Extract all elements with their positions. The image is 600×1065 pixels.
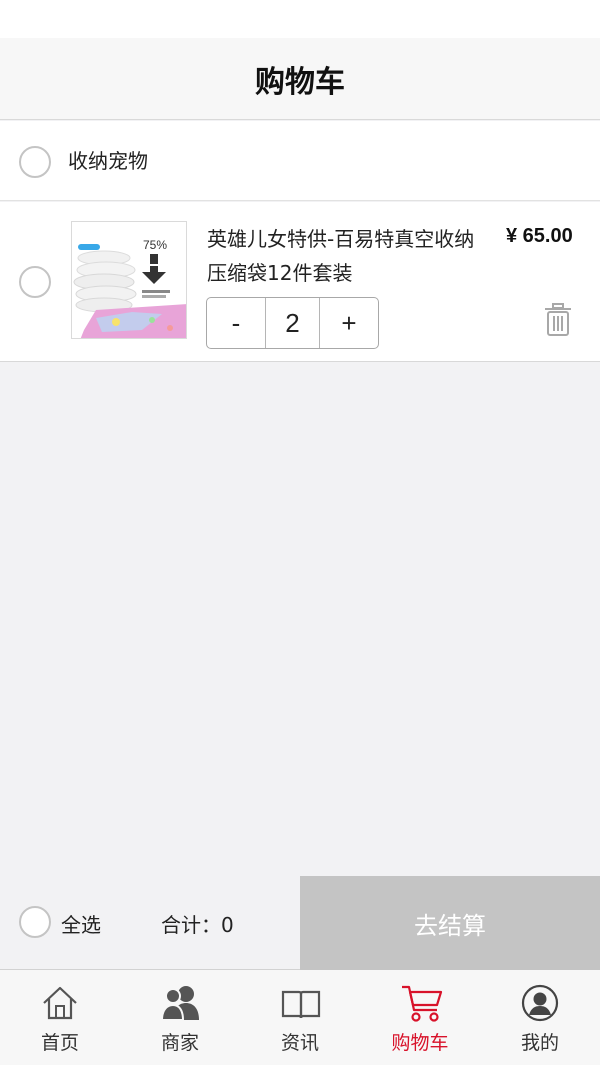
- book-icon: [281, 990, 321, 1019]
- tab-label: 资讯: [280, 1032, 319, 1054]
- trash-icon[interactable]: [543, 303, 573, 337]
- navigation-bar: 购物车: [0, 38, 600, 120]
- tab-merchants[interactable]: 商家: [120, 970, 240, 1065]
- tab-profile[interactable]: 我的: [480, 970, 600, 1065]
- cart-icon: [402, 985, 443, 1022]
- thumb-percent-text: 75%: [143, 238, 167, 252]
- item-select-checkbox[interactable]: [19, 266, 51, 298]
- increment-button[interactable]: +: [320, 298, 378, 348]
- tab-label: 商家: [160, 1032, 199, 1054]
- select-all-label[interactable]: 全选: [61, 909, 101, 938]
- tab-label: 购物车: [391, 1032, 449, 1054]
- product-price: ¥ 65.00: [506, 225, 573, 247]
- select-all-checkbox[interactable]: [19, 906, 51, 938]
- total-amount: 合计：0: [161, 913, 234, 937]
- tab-bar: 首页 商家 资讯 购物车 我的: [0, 970, 600, 1065]
- tab-home[interactable]: 首页: [0, 970, 120, 1065]
- user-icon: [521, 984, 559, 1022]
- merchants-icon: [161, 986, 199, 1021]
- product-title[interactable]: 英雄儿女特供-百易特真空收纳压缩袋12件套装: [207, 222, 492, 290]
- shop-row: 收纳宠物: [0, 121, 600, 201]
- status-bar: [0, 0, 600, 38]
- tab-label: 首页: [40, 1032, 79, 1054]
- checkout-button[interactable]: 去结算: [300, 876, 600, 970]
- cart-item: 75% 英雄儿女特供-百易特真空收纳压缩袋12件套装 ¥ 65.00 - 2 +: [0, 202, 600, 362]
- home-icon: [43, 986, 77, 1020]
- tab-news[interactable]: 资讯: [240, 970, 360, 1065]
- shop-select-checkbox[interactable]: [19, 146, 51, 178]
- tab-cart[interactable]: 购物车: [360, 970, 480, 1065]
- shop-name[interactable]: 收纳宠物: [68, 145, 148, 174]
- tab-label: 我的: [520, 1032, 559, 1054]
- page-title: 购物车: [255, 64, 345, 100]
- product-image[interactable]: 75%: [71, 221, 187, 339]
- checkout-bar: 全选 合计：0 去结算: [0, 876, 600, 970]
- quantity-value[interactable]: 2: [265, 298, 320, 348]
- decrement-button[interactable]: -: [207, 298, 265, 348]
- quantity-stepper: - 2 +: [206, 297, 379, 349]
